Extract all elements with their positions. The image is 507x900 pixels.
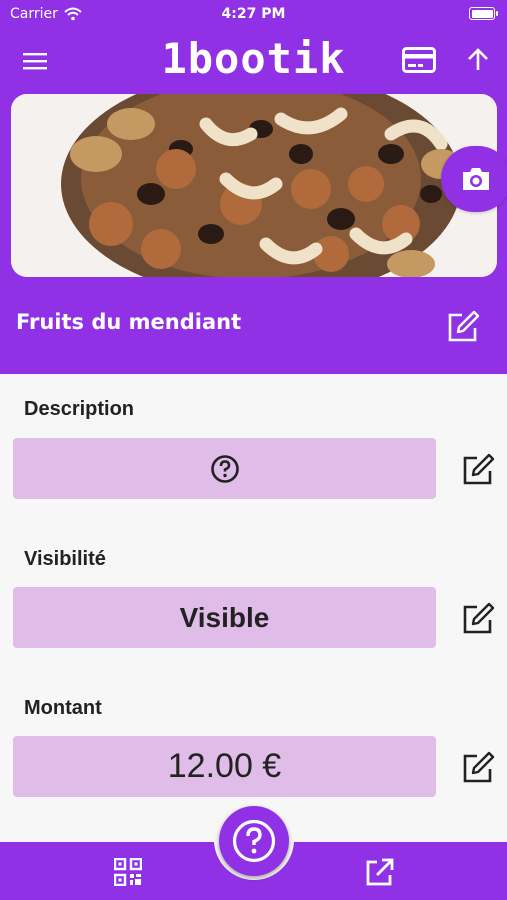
upload-button[interactable] bbox=[460, 42, 496, 78]
help-circle-icon bbox=[232, 819, 276, 863]
help-circle-icon bbox=[210, 454, 239, 483]
product-image bbox=[11, 94, 497, 277]
mixed-nuts-photo bbox=[11, 94, 497, 277]
visibility-value: Visible bbox=[179, 601, 270, 633]
visibility-label: Visibilité bbox=[24, 548, 106, 570]
amount-value: 12.00 € bbox=[167, 747, 282, 785]
help-button[interactable] bbox=[219, 806, 289, 876]
product-name: Fruits du mendiant bbox=[16, 310, 242, 334]
qr-code-button[interactable] bbox=[108, 854, 148, 890]
payment-button[interactable] bbox=[398, 42, 440, 78]
arrow-up-icon bbox=[468, 48, 488, 70]
edit-icon bbox=[463, 751, 495, 783]
edit-name-button[interactable] bbox=[443, 309, 483, 345]
open-external-button[interactable] bbox=[360, 854, 400, 890]
open-external-icon bbox=[366, 858, 394, 886]
amount-field[interactable]: 12.00 € bbox=[13, 736, 436, 797]
amount-label: Montant bbox=[24, 697, 102, 719]
credit-card-icon bbox=[402, 47, 436, 73]
description-label: Description bbox=[24, 398, 135, 420]
product-header: Fruits du mendiant bbox=[0, 94, 507, 374]
visibility-field[interactable]: Visible bbox=[13, 587, 436, 648]
change-photo-button[interactable] bbox=[441, 146, 507, 212]
qr-code-icon bbox=[114, 858, 142, 886]
status-bar: Carrier 4:27 PM bbox=[0, 0, 507, 28]
edit-visibility-button[interactable] bbox=[458, 599, 498, 639]
edit-amount-button[interactable] bbox=[458, 748, 498, 788]
battery-icon bbox=[469, 7, 498, 20]
status-time: 4:27 PM bbox=[221, 6, 286, 22]
description-field[interactable] bbox=[13, 438, 436, 499]
edit-description-button[interactable] bbox=[458, 450, 498, 490]
camera-icon bbox=[463, 168, 489, 190]
edit-icon bbox=[463, 453, 495, 485]
edit-icon bbox=[448, 310, 480, 342]
edit-icon bbox=[463, 602, 495, 634]
app-bar: 1bootik bbox=[0, 28, 507, 94]
